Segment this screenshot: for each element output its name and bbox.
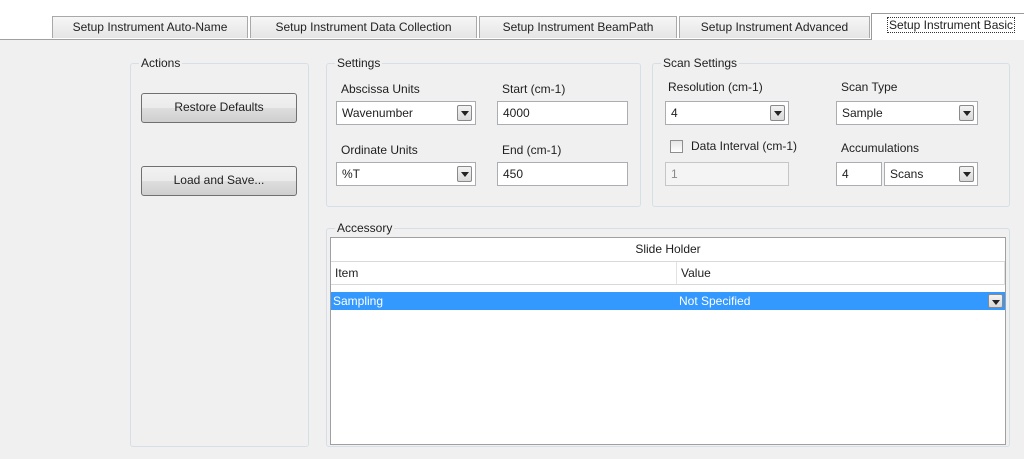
resolution-select[interactable]: 4 — [665, 101, 789, 125]
chevron-down-icon[interactable] — [959, 105, 974, 121]
ordinate-units-value: %T — [342, 167, 360, 181]
settings-group-title: Settings — [335, 56, 383, 70]
end-label: End (cm-1) — [502, 143, 562, 157]
scan-type-value: Sample — [842, 106, 883, 120]
resolution-label: Resolution (cm-1) — [668, 80, 763, 94]
table-row[interactable]: Sampling Not Specified — [331, 292, 1005, 310]
tab-advanced[interactable]: Setup Instrument Advanced — [679, 16, 870, 38]
accessory-grid: Slide Holder Item Value Sampling Not Spe… — [330, 237, 1006, 445]
accumulations-unit-value: Scans — [890, 167, 924, 181]
accumulations-unit-select[interactable]: Scans — [884, 162, 978, 186]
tab-auto-name[interactable]: Setup Instrument Auto-Name — [52, 16, 248, 38]
resolution-value: 4 — [671, 106, 678, 120]
column-header-item[interactable]: Item — [331, 262, 677, 285]
ordinate-units-select[interactable]: %T — [336, 162, 476, 186]
chevron-down-icon[interactable] — [770, 105, 785, 121]
load-and-save-button[interactable]: Load and Save... — [141, 166, 297, 196]
tab-beampath[interactable]: Setup Instrument BeamPath — [479, 16, 677, 38]
chevron-down-icon[interactable] — [457, 105, 472, 121]
accessory-group-title: Accessory — [335, 221, 395, 235]
start-field[interactable]: 4000 — [497, 101, 628, 125]
scan-type-select[interactable]: Sample — [836, 101, 978, 125]
restore-defaults-button[interactable]: Restore Defaults — [141, 93, 297, 123]
actions-group-title: Actions — [139, 56, 183, 70]
abscissa-units-value: Wavenumber — [342, 106, 413, 120]
chevron-down-icon[interactable] — [457, 166, 472, 182]
data-interval-checkbox[interactable] — [670, 140, 683, 153]
accumulations-field[interactable]: 4 — [836, 162, 882, 186]
data-interval-field[interactable]: 1 — [665, 162, 789, 186]
end-field[interactable]: 450 — [497, 162, 628, 186]
start-label: Start (cm-1) — [502, 82, 566, 96]
abscissa-units-select[interactable]: Wavenumber — [336, 101, 476, 125]
scan-settings-group-title: Scan Settings — [661, 56, 740, 70]
tab-data-collection[interactable]: Setup Instrument Data Collection — [250, 16, 477, 38]
scan-type-label: Scan Type — [841, 80, 898, 94]
accumulations-label: Accumulations — [841, 141, 920, 155]
grid-title: Slide Holder — [331, 238, 1005, 262]
chevron-down-icon[interactable] — [959, 166, 974, 182]
ordinate-units-label: Ordinate Units — [341, 143, 418, 157]
row-item-cell: Sampling — [333, 294, 384, 308]
chevron-down-icon[interactable] — [988, 294, 1003, 308]
data-interval-label: Data Interval (cm-1) — [691, 139, 798, 153]
abscissa-units-label: Abscissa Units — [341, 82, 420, 96]
tab-content-panel: Actions Restore Defaults Load and Save..… — [0, 40, 1024, 459]
row-value-cell[interactable]: Not Specified — [677, 292, 979, 310]
tab-basic[interactable]: Setup Instrument Basic — [871, 13, 1024, 40]
tab-basic-label: Setup Instrument Basic — [886, 17, 1016, 33]
column-header-value[interactable]: Value — [677, 262, 1005, 285]
tab-strip: Setup Instrument Auto-Name Setup Instrum… — [0, 0, 1024, 40]
